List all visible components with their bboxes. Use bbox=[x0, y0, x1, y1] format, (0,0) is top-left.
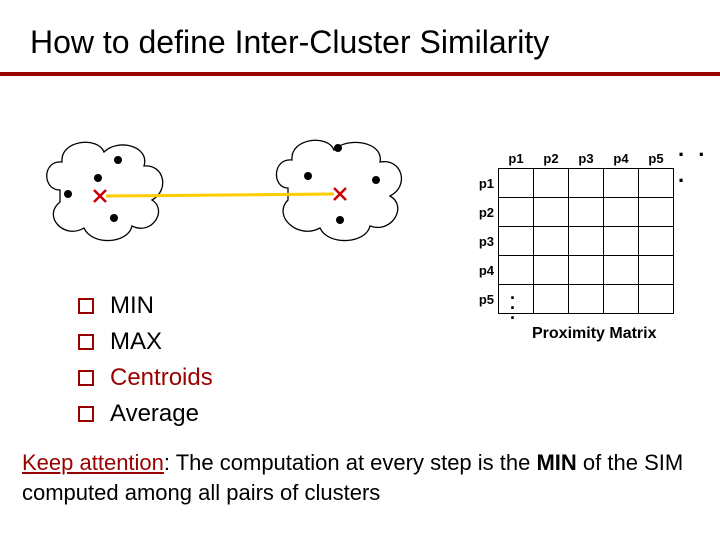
list-label: MAX bbox=[110, 324, 162, 360]
list-item-min: MIN bbox=[78, 288, 213, 324]
bullet-icon bbox=[78, 406, 94, 422]
method-list: MIN MAX Centroids Average bbox=[78, 288, 213, 432]
bullet-icon bbox=[78, 334, 94, 350]
list-item-max: MAX bbox=[78, 324, 213, 360]
matrix-row-p2: p2 bbox=[460, 198, 499, 227]
list-item-average: Average bbox=[78, 396, 213, 432]
matrix-col-p3: p3 bbox=[569, 138, 604, 169]
proximity-matrix-area: p1 p2 p3 p4 p5 p1 p2 p3 bbox=[440, 120, 710, 360]
matrix-row-p1: p1 bbox=[460, 169, 499, 198]
matrix-col-p1: p1 bbox=[499, 138, 534, 169]
footer-lead: Keep attention bbox=[22, 450, 164, 475]
slide-title: How to define Inter-Cluster Similarity bbox=[30, 24, 549, 61]
matrix-caption: Proximity Matrix bbox=[532, 325, 656, 343]
list-label: Centroids bbox=[110, 360, 213, 396]
bullet-icon bbox=[78, 370, 94, 386]
matrix-ellipsis-horizontal: . . . bbox=[678, 136, 710, 188]
bullet-icon bbox=[78, 298, 94, 314]
cluster-diagram bbox=[40, 130, 440, 270]
matrix-row-p4: p4 bbox=[460, 256, 499, 285]
footer-note: Keep attention: The computation at every… bbox=[22, 448, 698, 508]
matrix-col-p2: p2 bbox=[534, 138, 569, 169]
list-label: MIN bbox=[110, 288, 154, 324]
list-item-centroids: Centroids bbox=[78, 360, 213, 396]
matrix-row-p3: p3 bbox=[460, 227, 499, 256]
footer-bold: MIN bbox=[536, 450, 576, 475]
slide: How to define Inter-Cluster Similarity bbox=[0, 0, 720, 540]
matrix-col-p4: p4 bbox=[604, 138, 639, 169]
matrix-ellipsis-vertical: ... bbox=[510, 288, 515, 318]
matrix-col-p5: p5 bbox=[639, 138, 674, 169]
matrix-row-p5: p5 bbox=[460, 285, 499, 314]
title-underline bbox=[0, 72, 720, 76]
proximity-matrix: p1 p2 p3 p4 p5 p1 p2 p3 bbox=[460, 138, 674, 314]
footer-rest1: : The computation at every step is the bbox=[164, 450, 537, 475]
list-label: Average bbox=[110, 396, 199, 432]
